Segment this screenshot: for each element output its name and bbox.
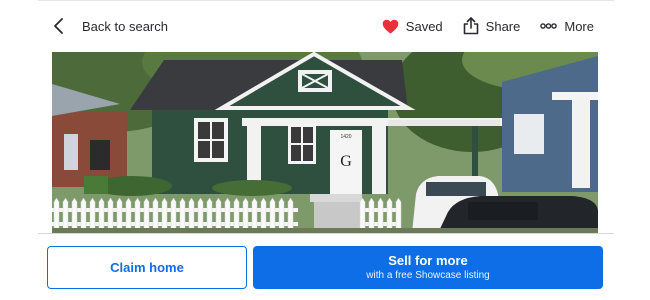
listing-header: Back to search Saved Share More xyxy=(0,0,650,52)
heart-icon xyxy=(382,19,399,34)
sell-for-more-button[interactable]: Sell for more with a free Showcase listi… xyxy=(253,246,603,289)
share-icon xyxy=(463,17,478,35)
more-label: More xyxy=(564,18,594,34)
back-to-search-label: Back to search xyxy=(82,18,168,34)
saved-label: Saved xyxy=(405,18,443,34)
more-icon xyxy=(540,23,558,29)
header-actions: Saved Share More xyxy=(362,12,594,40)
listing-photo[interactable]: 1420 G xyxy=(52,52,598,233)
chevron-left-icon xyxy=(54,18,63,34)
house-number: 1420 xyxy=(340,134,351,140)
saved-button[interactable]: Saved xyxy=(382,19,443,34)
photo-divider xyxy=(38,233,614,234)
back-to-search-button[interactable]: Back to search xyxy=(52,12,168,40)
door-monogram: G xyxy=(340,153,352,170)
claim-home-label: Claim home xyxy=(110,260,184,275)
claim-home-button[interactable]: Claim home xyxy=(47,246,247,289)
share-button[interactable]: Share xyxy=(463,17,521,35)
more-button[interactable]: More xyxy=(540,19,594,34)
sell-for-more-subtext: with a free Showcase listing xyxy=(366,270,490,281)
house-photo-illustration: 1420 G xyxy=(52,52,598,233)
share-label: Share xyxy=(485,18,521,34)
sell-for-more-label: Sell for more xyxy=(388,253,468,268)
